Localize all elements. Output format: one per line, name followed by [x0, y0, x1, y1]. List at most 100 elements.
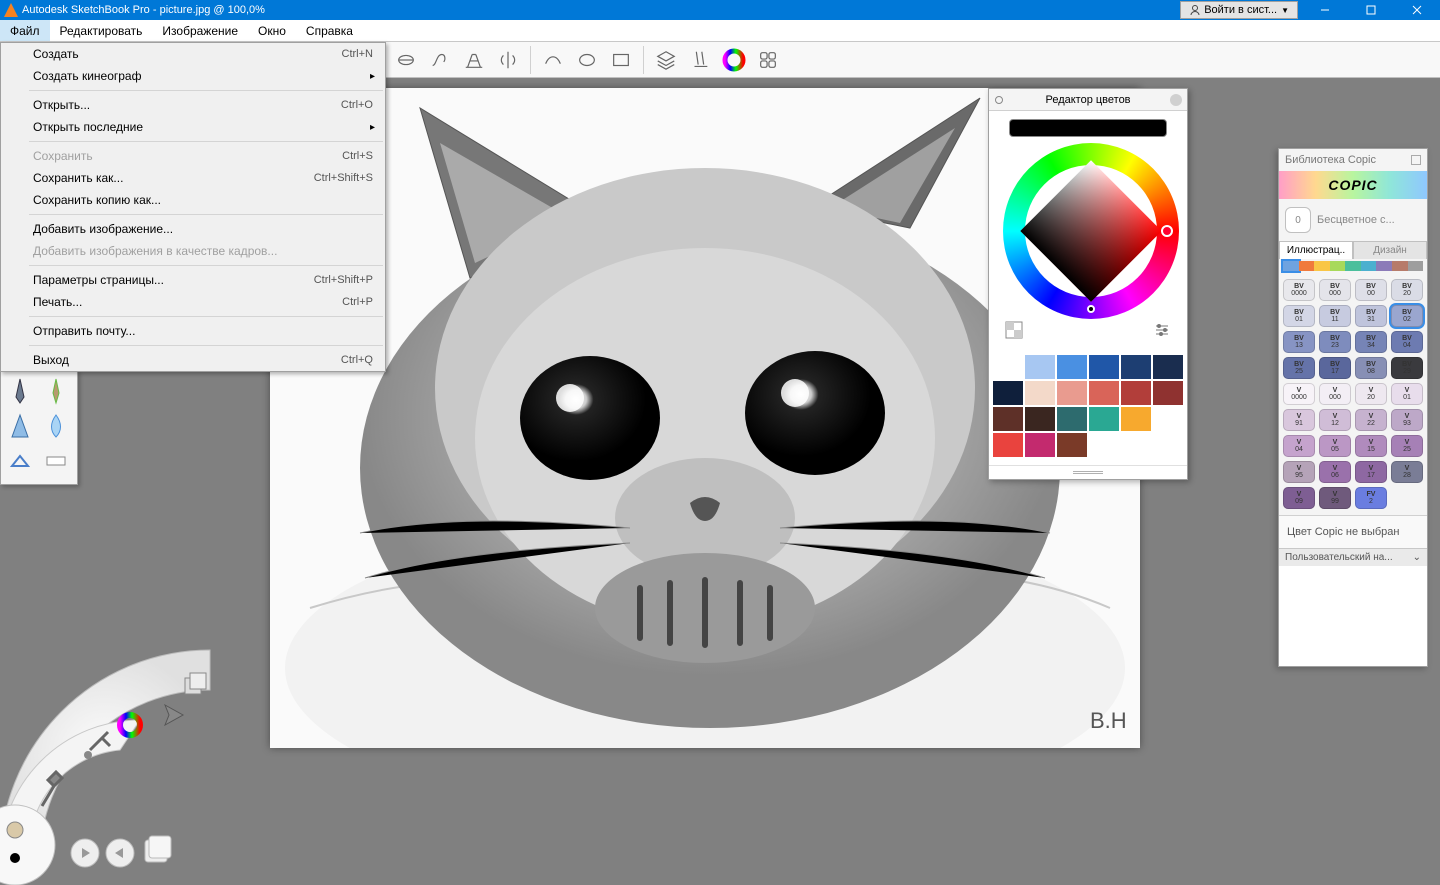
color-swatch[interactable]: [1057, 433, 1087, 457]
current-color-swatch[interactable]: [1009, 119, 1167, 137]
menu-item[interactable]: Печать...Ctrl+P: [1, 291, 385, 313]
color-swatch[interactable]: [1025, 407, 1055, 431]
copic-chip[interactable]: FV2: [1355, 487, 1387, 509]
copic-chip[interactable]: V01: [1391, 383, 1423, 405]
tool-symmetry[interactable]: [492, 45, 524, 75]
menu-item[interactable]: Добавить изображение...: [1, 218, 385, 240]
copic-chip[interactable]: V09: [1283, 487, 1315, 509]
color-swatch[interactable]: [993, 407, 1023, 431]
color-editor-header[interactable]: Редактор цветов: [989, 89, 1187, 111]
tool-shape-rect[interactable]: [605, 45, 637, 75]
copic-chip[interactable]: V99: [1319, 487, 1351, 509]
color-swatch[interactable]: [1153, 381, 1183, 405]
lagoon-menu[interactable]: [0, 630, 230, 880]
color-swatch[interactable]: [1121, 407, 1151, 431]
copic-chip[interactable]: BV17: [1319, 357, 1351, 379]
tool-color-wheel[interactable]: [718, 45, 750, 75]
minimize-button[interactable]: [1302, 0, 1348, 20]
copic-chip[interactable]: V20: [1355, 383, 1387, 405]
copic-library-panel[interactable]: Библиотека Copic COPIC 0 Бесцветное с...…: [1278, 148, 1428, 667]
brush-smudge[interactable]: [41, 410, 71, 442]
copic-chip[interactable]: V25: [1391, 435, 1423, 457]
panel-options-icon[interactable]: [995, 96, 1003, 104]
panel-close-icon[interactable]: [1170, 94, 1182, 106]
copic-chip[interactable]: BV25: [1283, 357, 1315, 379]
menu-edit[interactable]: Редактировать: [50, 20, 153, 41]
hue-indicator[interactable]: [1161, 225, 1173, 237]
copic-colorbar[interactable]: [1283, 261, 1423, 271]
color-swatch[interactable]: [1057, 355, 1087, 379]
copic-chip[interactable]: V000: [1319, 383, 1351, 405]
tool-stroke-stabilizer[interactable]: [537, 45, 569, 75]
panel-dock-icon[interactable]: [1411, 155, 1421, 165]
tool-perspective-grid[interactable]: [458, 45, 490, 75]
copic-header[interactable]: Библиотека Copic: [1279, 149, 1427, 171]
sliders-icon[interactable]: [1153, 321, 1171, 339]
copic-chip[interactable]: BV02: [1391, 305, 1423, 327]
tool-french-curve[interactable]: [424, 45, 456, 75]
copic-tab-illustration[interactable]: Иллюстрац..: [1279, 241, 1353, 259]
tool-ellipse-guide[interactable]: [390, 45, 422, 75]
menu-item[interactable]: Сохранить копию как...: [1, 189, 385, 211]
copic-user-area[interactable]: [1279, 566, 1427, 666]
brush-pencil[interactable]: [5, 375, 35, 407]
copic-chip[interactable]: BV34: [1355, 331, 1387, 353]
menu-window[interactable]: Окно: [248, 20, 296, 41]
brush-marker[interactable]: [5, 445, 35, 477]
color-swatch[interactable]: [1089, 407, 1119, 431]
copic-colorless-row[interactable]: 0 Бесцветное с...: [1279, 199, 1427, 241]
menu-item[interactable]: Сохранить как...Ctrl+Shift+S: [1, 167, 385, 189]
color-swatch[interactable]: [1153, 355, 1183, 379]
menu-item[interactable]: СоздатьCtrl+N: [1, 43, 385, 65]
copic-chip[interactable]: V0000: [1283, 383, 1315, 405]
copic-chip[interactable]: BV01: [1283, 305, 1315, 327]
color-swatch[interactable]: [1057, 407, 1087, 431]
copic-chip[interactable]: BV23: [1319, 331, 1351, 353]
copic-chip[interactable]: BV13: [1283, 331, 1315, 353]
brush-eraser[interactable]: [41, 445, 71, 477]
menu-item[interactable]: Открыть...Ctrl+O: [1, 94, 385, 116]
menu-file[interactable]: Файл: [0, 20, 50, 41]
eyedropper-icon[interactable]: [997, 145, 999, 169]
color-swatch[interactable]: [1025, 381, 1055, 405]
copic-chip[interactable]: BV0000: [1283, 279, 1315, 301]
color-swatch[interactable]: [1153, 407, 1183, 431]
color-swatch[interactable]: [1121, 381, 1151, 405]
menu-item[interactable]: Открыть последние▸: [1, 116, 385, 138]
copic-chip[interactable]: V28: [1391, 461, 1423, 483]
copic-chip[interactable]: BV11: [1319, 305, 1351, 327]
copic-colorless-chip[interactable]: 0: [1285, 207, 1311, 233]
copic-chip[interactable]: V95: [1283, 461, 1315, 483]
tool-shape-ellipse[interactable]: [571, 45, 603, 75]
copic-chip[interactable]: BV29: [1391, 357, 1423, 379]
color-swatch[interactable]: [1089, 355, 1119, 379]
panel-resize-handle[interactable]: [989, 465, 1187, 479]
sv-indicator[interactable]: [1087, 305, 1095, 313]
brush-pen[interactable]: [41, 375, 71, 407]
brush-palette[interactable]: [0, 370, 78, 485]
menu-item[interactable]: Параметры страницы...Ctrl+Shift+P: [1, 269, 385, 291]
copic-chip[interactable]: BV00: [1355, 279, 1387, 301]
color-swatch[interactable]: [1025, 433, 1055, 457]
color-wheel[interactable]: [1003, 143, 1179, 319]
menu-image[interactable]: Изображение: [152, 20, 248, 41]
copic-chip[interactable]: BV000: [1319, 279, 1351, 301]
tool-layers[interactable]: [650, 45, 682, 75]
copic-chip[interactable]: V15: [1355, 435, 1387, 457]
copic-chip[interactable]: V22: [1355, 409, 1387, 431]
color-swatch[interactable]: [993, 381, 1023, 405]
transparency-toggle-icon[interactable]: [1005, 321, 1023, 339]
copic-chip[interactable]: BV31: [1355, 305, 1387, 327]
tool-copic[interactable]: [752, 45, 784, 75]
copic-chip[interactable]: V12: [1319, 409, 1351, 431]
menu-item[interactable]: ВыходCtrl+Q: [1, 349, 385, 371]
copic-chip[interactable]: V06: [1319, 461, 1351, 483]
menu-item[interactable]: Отправить почту...: [1, 320, 385, 342]
copic-user-header[interactable]: Пользовательский на... ⌄: [1279, 548, 1427, 566]
tool-brush-library[interactable]: [684, 45, 716, 75]
color-swatch[interactable]: [1057, 381, 1087, 405]
color-editor-panel[interactable]: Редактор цветов: [988, 88, 1188, 480]
signin-button[interactable]: Войти в сист... ▼: [1180, 1, 1298, 19]
copic-chip[interactable]: V04: [1283, 435, 1315, 457]
menu-item[interactable]: Создать кинеограф▸: [1, 65, 385, 87]
